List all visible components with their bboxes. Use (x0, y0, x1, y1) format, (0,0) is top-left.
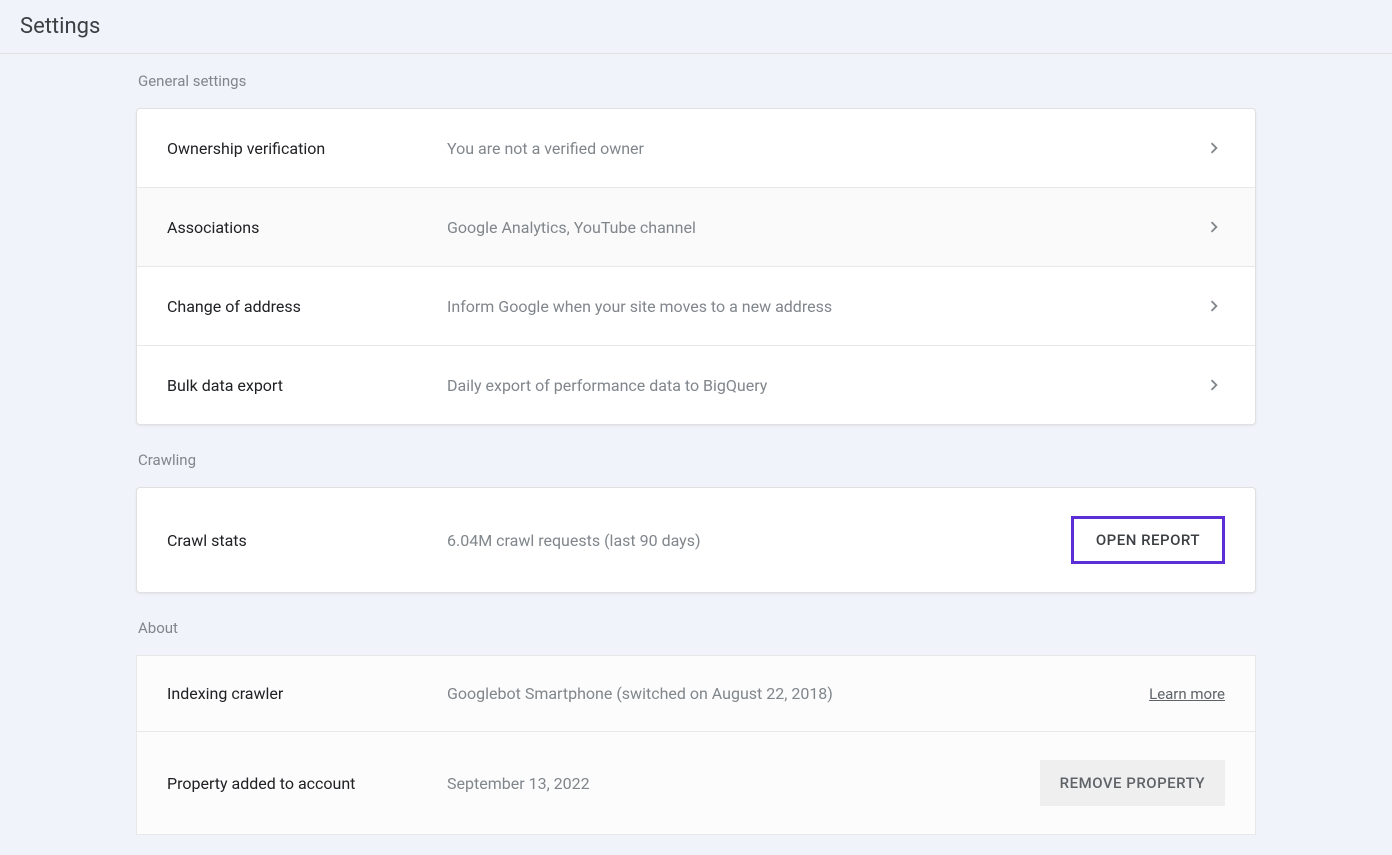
ownership-verification-row[interactable]: Ownership verification You are not a ver… (137, 109, 1255, 188)
about-label: About (136, 601, 1256, 655)
change-of-address-label: Change of address (167, 297, 447, 316)
change-of-address-row[interactable]: Change of address Inform Google when you… (137, 267, 1255, 346)
indexing-crawler-value: Googlebot Smartphone (switched on August… (447, 684, 1149, 703)
general-settings-card: Ownership verification You are not a ver… (136, 108, 1256, 425)
bulk-data-export-value: Daily export of performance data to BigQ… (447, 376, 1203, 395)
property-added-row: Property added to account September 13, … (137, 732, 1255, 834)
about-card: Indexing crawler Googlebot Smartphone (s… (136, 655, 1256, 835)
property-added-action: REMOVE PROPERTY (1040, 760, 1225, 806)
change-of-address-value: Inform Google when your site moves to a … (447, 297, 1203, 316)
indexing-crawler-row: Indexing crawler Googlebot Smartphone (s… (137, 656, 1255, 732)
indexing-crawler-label: Indexing crawler (167, 684, 447, 703)
crawl-stats-value: 6.04M crawl requests (last 90 days) (447, 531, 1071, 550)
remove-property-button[interactable]: REMOVE PROPERTY (1040, 760, 1225, 806)
indexing-crawler-action: Learn more (1149, 685, 1225, 703)
property-added-label: Property added to account (167, 774, 447, 793)
associations-label: Associations (167, 218, 447, 237)
general-settings-label: General settings (136, 54, 1256, 108)
crawl-stats-label: Crawl stats (167, 531, 447, 550)
page-title: Settings (20, 14, 1372, 39)
bulk-data-export-row[interactable]: Bulk data export Daily export of perform… (137, 346, 1255, 424)
bulk-data-export-label: Bulk data export (167, 376, 447, 395)
associations-value: Google Analytics, YouTube channel (447, 218, 1203, 237)
crawl-stats-row: Crawl stats 6.04M crawl requests (last 9… (137, 488, 1255, 592)
chevron-right-icon (1203, 374, 1225, 396)
crawling-card: Crawl stats 6.04M crawl requests (last 9… (136, 487, 1256, 593)
settings-content: General settings Ownership verification … (126, 54, 1266, 855)
crawling-label: Crawling (136, 433, 1256, 487)
open-report-button[interactable]: OPEN REPORT (1071, 516, 1225, 564)
crawl-stats-action: OPEN REPORT (1071, 516, 1225, 564)
property-added-value: September 13, 2022 (447, 774, 1040, 793)
page-header: Settings (0, 0, 1392, 54)
chevron-right-icon (1203, 216, 1225, 238)
chevron-right-icon (1203, 295, 1225, 317)
ownership-verification-label: Ownership verification (167, 139, 447, 158)
chevron-right-icon (1203, 137, 1225, 159)
ownership-verification-value: You are not a verified owner (447, 139, 1203, 158)
associations-row[interactable]: Associations Google Analytics, YouTube c… (137, 188, 1255, 267)
learn-more-link[interactable]: Learn more (1149, 685, 1225, 703)
